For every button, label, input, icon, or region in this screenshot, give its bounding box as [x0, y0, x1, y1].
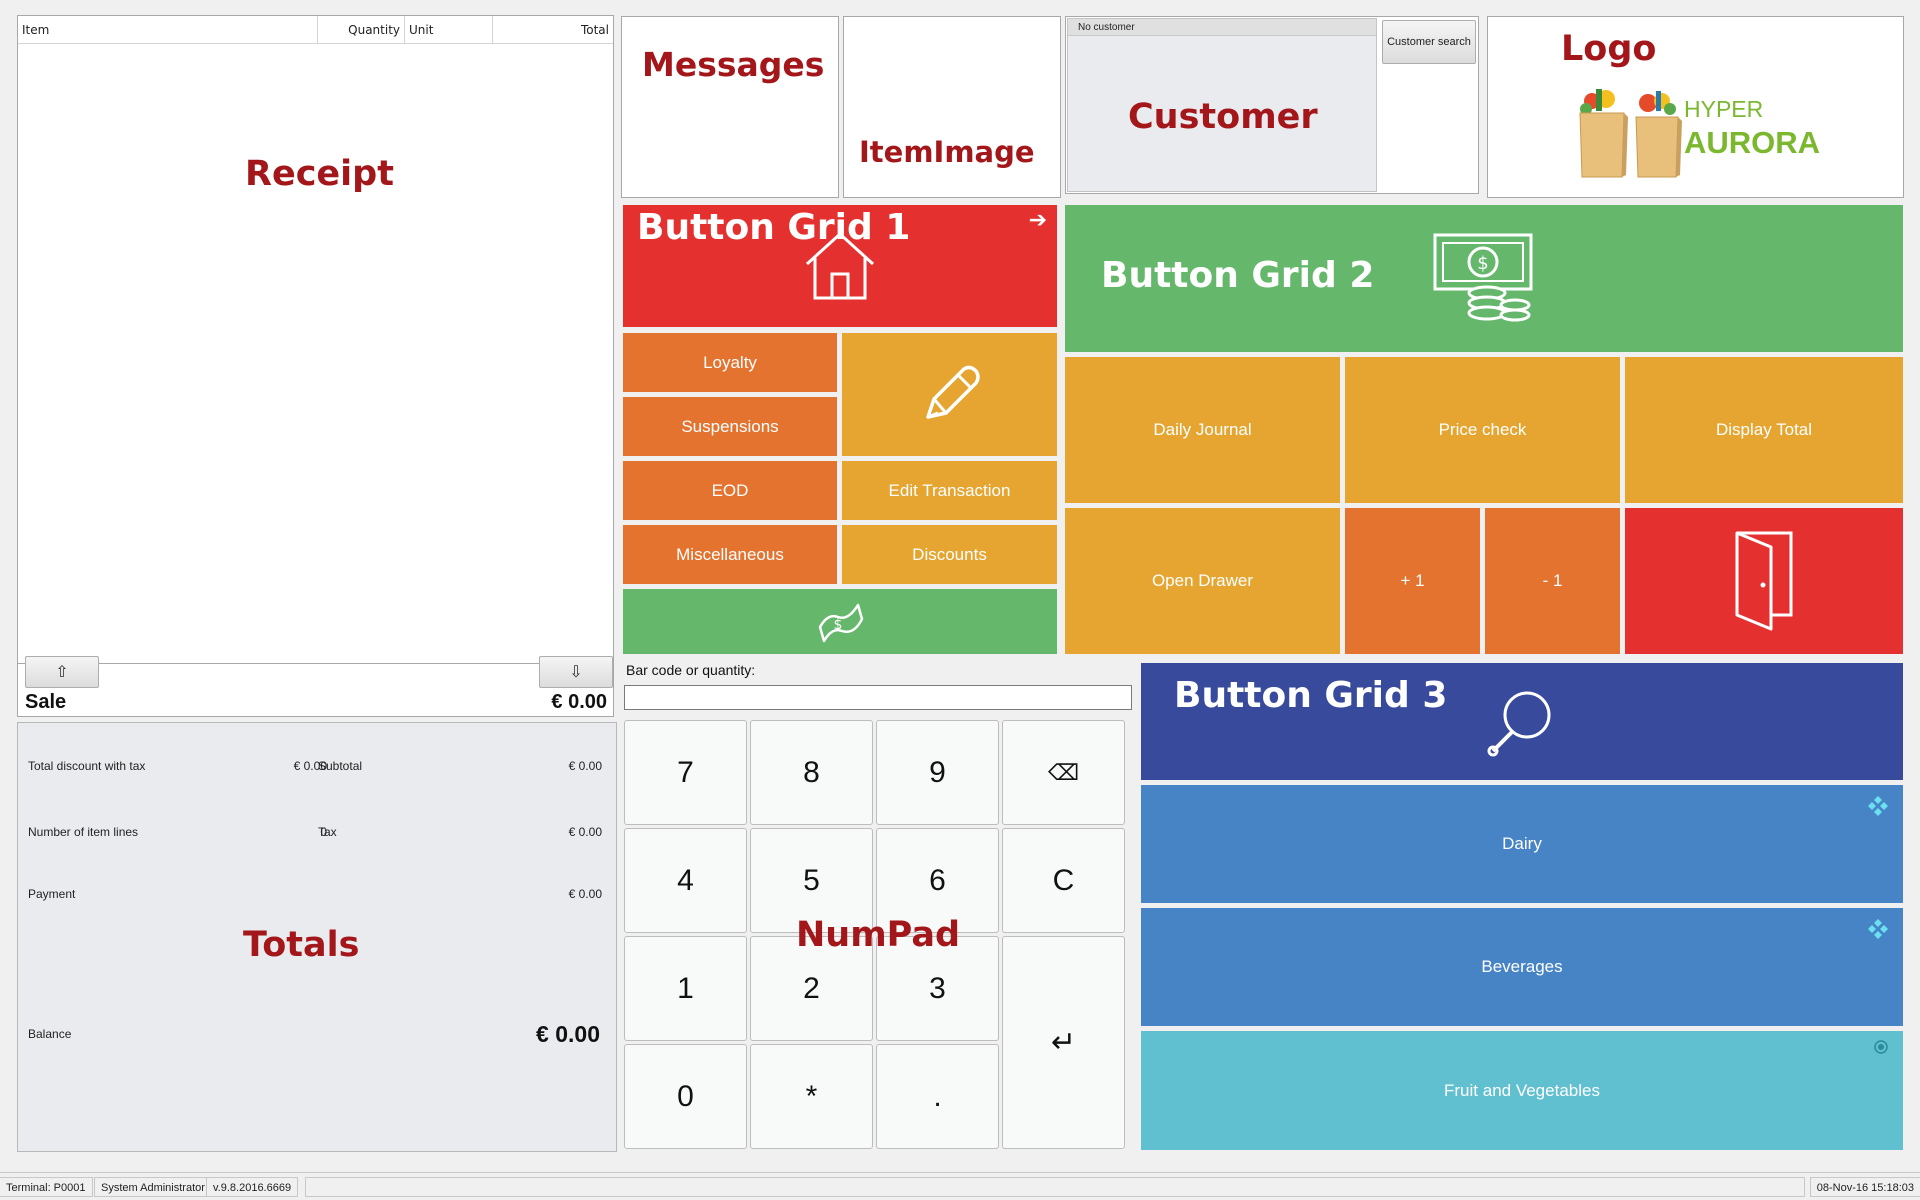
- status-bar: Terminal: P0001 System Administrator v.9…: [0, 1172, 1920, 1200]
- key-dot[interactable]: .: [876, 1044, 999, 1149]
- svg-text:$: $: [834, 617, 843, 633]
- cash-coins-icon: $: [1433, 233, 1533, 322]
- key-1[interactable]: 1: [624, 936, 747, 1041]
- subtotal-value: € 0.00: [568, 759, 602, 773]
- balance-label: Balance: [28, 1027, 72, 1041]
- money-bill-icon: $: [818, 603, 864, 642]
- button-grid-3-title: Button Grid 3: [1174, 675, 1448, 716]
- column-header-item[interactable]: Item: [18, 16, 318, 44]
- edit-transaction-button[interactable]: Edit Transaction: [842, 461, 1057, 520]
- receipt-header: Item Quantity Unit Total: [18, 16, 613, 44]
- transaction-mode: Sale: [25, 691, 67, 713]
- payment-button[interactable]: $: [623, 589, 1057, 654]
- price-check-button[interactable]: Price check: [1345, 357, 1620, 503]
- total-discount-label: Total discount with tax: [28, 759, 146, 773]
- totals-panel: Total discount with tax € 0.00 Subtotal …: [17, 722, 617, 1152]
- clear-key[interactable]: C: [1002, 828, 1125, 933]
- radio-icon: [1874, 1040, 1888, 1054]
- app-version: v.9.8.2016.6669: [206, 1177, 299, 1197]
- minus-one-button[interactable]: - 1: [1485, 508, 1620, 654]
- suspensions-button[interactable]: Suspensions: [623, 397, 837, 456]
- column-header-unit[interactable]: Unit: [405, 16, 493, 44]
- tax-label: Tax: [318, 825, 337, 839]
- eod-button[interactable]: EOD: [623, 461, 837, 520]
- subtotal-label: Subtotal: [318, 759, 363, 773]
- button-grid-1-header[interactable]: Button Grid 1 ➔: [623, 205, 1057, 327]
- logo-region-label: Logo: [1561, 29, 1657, 69]
- logout-button[interactable]: [1625, 508, 1903, 654]
- item-image-panel: ItemImage: [843, 16, 1061, 198]
- total-discount-value: € 0.00: [293, 759, 327, 773]
- key-8[interactable]: 8: [750, 720, 873, 825]
- home-icon: [805, 231, 875, 300]
- grid-diamond-icon: [1868, 919, 1888, 939]
- search-icon: [1487, 691, 1551, 757]
- brand-bottom: AURORA: [1684, 125, 1821, 160]
- backspace-icon: ⌫: [1047, 759, 1080, 785]
- customer-panel: No customer Customer Customer search: [1065, 16, 1479, 194]
- grid-diamond-icon: [1868, 796, 1888, 816]
- column-header-total[interactable]: Total: [493, 16, 613, 44]
- door-icon: [1735, 531, 1793, 631]
- item-lines-label: Number of item lines: [28, 825, 139, 839]
- button-grid-2-title: Button Grid 2: [1101, 255, 1375, 296]
- arrow-right-icon[interactable]: ➔: [1029, 207, 1047, 233]
- customer-status: No customer: [1078, 22, 1135, 33]
- terminal-id: Terminal: P0001: [0, 1177, 93, 1197]
- balance-value: € 0.00: [536, 1021, 600, 1047]
- receipt-amount: € 0.00: [551, 691, 607, 713]
- pencil-icon: [925, 365, 980, 419]
- backspace-key[interactable]: ⌫: [1002, 720, 1125, 825]
- barcode-label: Bar code or quantity:: [626, 662, 756, 678]
- key-4[interactable]: 4: [624, 828, 747, 933]
- scroll-up-icon: ⇧: [55, 662, 69, 681]
- numpad-region-label: NumPad: [796, 915, 961, 955]
- edit-icon-button[interactable]: [842, 333, 1057, 456]
- messages-panel: Messages: [621, 16, 839, 198]
- display-total-button[interactable]: Display Total: [1625, 357, 1903, 503]
- status-message: [305, 1177, 1805, 1197]
- receipt-panel: Item Quantity Unit Total Receipt ⇧ ⇩ Sal…: [17, 15, 614, 717]
- open-drawer-button[interactable]: Open Drawer: [1065, 508, 1340, 654]
- payment-label: Payment: [28, 887, 76, 901]
- fruit-and-vegetables-button[interactable]: Fruit and Vegetables: [1141, 1031, 1903, 1150]
- logo-panel: Logo HYPER AURORA: [1487, 16, 1904, 198]
- status-datetime: 08-Nov-16 15:18:03: [1809, 1177, 1920, 1197]
- loyalty-button[interactable]: Loyalty: [623, 333, 837, 392]
- key-star[interactable]: *: [750, 1044, 873, 1149]
- scroll-down-icon: ⇩: [569, 662, 583, 681]
- key-9[interactable]: 9: [876, 720, 999, 825]
- plus-one-button[interactable]: + 1: [1345, 508, 1480, 654]
- tax-value: € 0.00: [568, 825, 602, 839]
- svg-text:$: $: [1477, 253, 1488, 274]
- barcode-input[interactable]: [624, 685, 1132, 710]
- grocery-bags-icon: [1579, 89, 1682, 178]
- brand-top: HYPER: [1684, 96, 1764, 122]
- button-grid-2-header[interactable]: Button Grid 2 $: [1065, 205, 1903, 352]
- key-7[interactable]: 7: [624, 720, 747, 825]
- dairy-button[interactable]: Dairy: [1141, 785, 1903, 903]
- button-grid-3-header[interactable]: Button Grid 3: [1141, 663, 1903, 780]
- miscellaneous-button[interactable]: Miscellaneous: [623, 525, 837, 584]
- totals-region-label: Totals: [243, 925, 360, 965]
- receipt-item-list[interactable]: [18, 44, 613, 664]
- messages-region-label: Messages: [642, 45, 825, 84]
- key-0[interactable]: 0: [624, 1044, 747, 1149]
- beverages-button[interactable]: Beverages: [1141, 908, 1903, 1026]
- customer-search-button[interactable]: Customer search: [1382, 20, 1476, 64]
- item-lines-value: 0: [320, 825, 327, 839]
- daily-journal-button[interactable]: Daily Journal: [1065, 357, 1340, 503]
- payment-value: € 0.00: [568, 887, 602, 901]
- current-user: System Administrator: [94, 1177, 212, 1197]
- item-image-region-label: ItemImage: [859, 135, 1035, 169]
- customer-region-label: Customer: [1128, 97, 1318, 137]
- customer-info-box[interactable]: No customer Customer: [1067, 18, 1377, 192]
- discounts-button[interactable]: Discounts: [842, 525, 1057, 584]
- enter-key[interactable]: ↵: [1002, 936, 1125, 1149]
- enter-icon: ↵: [1050, 1026, 1077, 1059]
- scroll-up-button[interactable]: ⇧: [25, 656, 99, 688]
- scroll-down-button[interactable]: ⇩: [539, 656, 613, 688]
- column-header-quantity[interactable]: Quantity: [318, 16, 405, 44]
